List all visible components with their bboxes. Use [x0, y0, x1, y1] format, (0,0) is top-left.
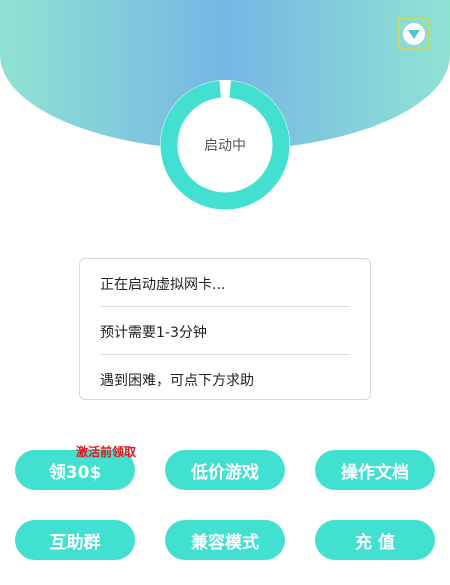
info-line-starting: 正在启动虚拟网卡...: [100, 259, 350, 307]
status-label: 启动中: [204, 138, 246, 154]
docs-button[interactable]: 操作文档: [315, 450, 435, 490]
status-info-panel: 正在启动虚拟网卡... 预计需要1-3分钟 遇到困难，可点下方求助: [79, 258, 371, 400]
activation-badge: 激活前领取: [76, 445, 137, 459]
cheap-games-button[interactable]: 低价游戏: [165, 450, 285, 490]
chevron-down-circle-icon: [403, 23, 425, 45]
info-line-estimate: 预计需要1-3分钟: [100, 307, 350, 355]
help-group-button[interactable]: 互助群: [15, 520, 135, 560]
info-line-help: 遇到困难，可点下方求助: [100, 373, 254, 389]
compat-mode-button[interactable]: 兼容模式: [165, 520, 285, 560]
progress-ring: 启动中: [160, 80, 290, 210]
dropdown-toggle-button[interactable]: [398, 18, 430, 50]
recharge-button[interactable]: 充 值: [315, 520, 435, 560]
